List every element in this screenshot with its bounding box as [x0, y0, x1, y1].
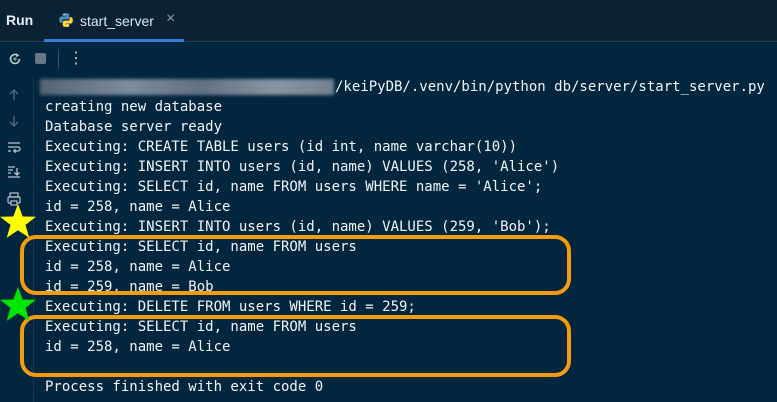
run-panel-title: Run [6, 12, 34, 28]
console-line: Executing: SELECT id, name FROM users WH… [45, 179, 543, 195]
more-options-icon[interactable]: ⋮ [68, 49, 84, 69]
scroll-down-icon[interactable] [6, 113, 22, 129]
console-line: creating new database [45, 99, 223, 115]
redacted-path [40, 79, 334, 95]
highlight-box-1 [20, 235, 571, 295]
scroll-to-end-icon[interactable] [6, 164, 22, 180]
run-toolbar: ⋮ [0, 43, 777, 75]
console-line: Executing: INSERT INTO users (id, name) … [45, 219, 551, 235]
yellow-star-icon [0, 203, 38, 246]
console-line: Executing: INSERT INTO users (id, name) … [45, 159, 560, 175]
console-line: id = 258, name = Alice [45, 199, 231, 215]
close-tab-icon[interactable]: × [166, 11, 175, 27]
python-file-icon [58, 12, 74, 28]
console-line: Executing: CREATE TABLE users (id int, n… [45, 139, 518, 155]
stop-icon[interactable] [35, 53, 46, 64]
console-line: Database server ready [45, 119, 223, 135]
highlight-box-2 [20, 315, 571, 377]
active-tab-indicator [44, 39, 184, 42]
green-star-icon [0, 286, 38, 329]
soft-wrap-icon[interactable] [6, 139, 22, 155]
tab-start-server[interactable]: start_server × [44, 0, 184, 42]
console-line: Process finished with exit code 0 [45, 379, 324, 395]
console-line: Executing: DELETE FROM users WHERE id = … [45, 299, 416, 315]
rerun-icon[interactable] [7, 51, 23, 67]
tab-title: start_server [80, 13, 154, 29]
scroll-up-icon[interactable] [6, 87, 22, 103]
run-tool-window-header: Run start_server × [0, 0, 777, 42]
toolbar-divider [58, 49, 59, 69]
